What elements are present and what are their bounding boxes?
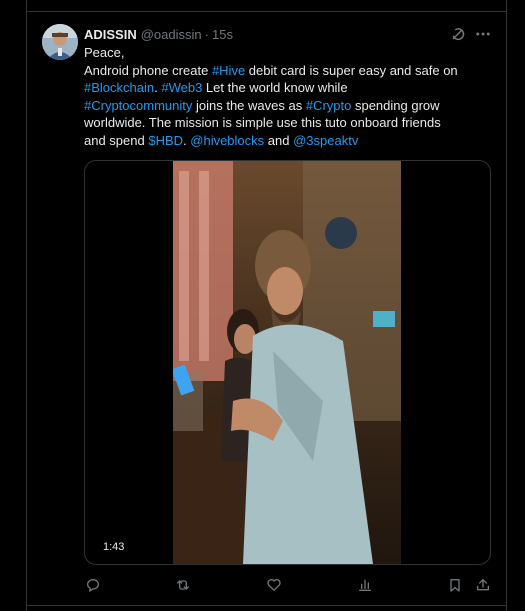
timeline-column: ADISSIN @oadissin · 15s Peace, Android p… (26, 0, 507, 611)
video-thumbnail[interactable] (173, 161, 401, 564)
text-line: #Cryptocommunity joins the waves as #Cry… (84, 97, 496, 115)
text-fragment: debit card is super easy and safe on (245, 62, 458, 78)
post-time[interactable]: 15s (212, 27, 233, 42)
post-text: Peace, Android phone create #Hive debit … (84, 44, 496, 149)
hashtag-link[interactable]: #Blockchain (84, 80, 154, 95)
video-player[interactable]: 1:43 (84, 160, 491, 565)
divider (27, 11, 506, 12)
author-display-name[interactable]: ADISSIN (84, 27, 137, 42)
more-icon[interactable] (474, 25, 492, 43)
text-line: worldwide. The mission is simple use thi… (84, 114, 496, 132)
text-line: Android phone create #Hive debit card is… (84, 62, 496, 80)
text-line: and spend $HBD. @hiveblocks and @3speakt… (84, 132, 496, 150)
hashtag-link[interactable]: #Hive (212, 63, 245, 78)
separator: · (204, 26, 209, 42)
like-icon[interactable] (264, 575, 284, 595)
text-fragment: and (264, 132, 294, 148)
share-icon[interactable] (473, 575, 493, 595)
reply-icon[interactable] (83, 575, 103, 595)
hashtag-link[interactable]: #Cryptocommunity (84, 98, 192, 113)
bookmark-icon[interactable] (445, 575, 465, 595)
mention-link[interactable]: @hiveblocks (190, 133, 264, 148)
views-icon[interactable] (355, 575, 375, 595)
text-fragment: Let the world know while (202, 80, 348, 95)
text-line: #Blockchain. #Web3 Let the world know wh… (84, 79, 496, 97)
grok-icon[interactable] (449, 25, 467, 43)
hashtag-link[interactable]: #Web3 (161, 80, 202, 95)
repost-icon[interactable] (173, 575, 193, 595)
action-bar (27, 575, 506, 595)
text-fragment: spending grow (351, 97, 440, 113)
text-line: Peace, (84, 44, 496, 62)
cashtag-link[interactable]: $HBD (148, 133, 183, 148)
mention-link[interactable]: @3speaktv (293, 133, 358, 148)
text-fragment: Android phone create (84, 62, 212, 78)
video-duration: 1:43 (99, 539, 129, 555)
divider (27, 605, 506, 606)
text-fragment: worldwide. The mission is simple use thi… (84, 115, 441, 130)
avatar[interactable] (42, 24, 78, 60)
author-handle[interactable]: @oadissin (141, 27, 202, 42)
text-fragment: joins the waves as (192, 97, 306, 113)
hashtag-link[interactable]: #Crypto (306, 98, 352, 113)
post-header: ADISSIN @oadissin · 15s (84, 25, 233, 43)
text-fragment: Peace, (84, 45, 125, 60)
text-fragment: and spend (84, 132, 149, 148)
